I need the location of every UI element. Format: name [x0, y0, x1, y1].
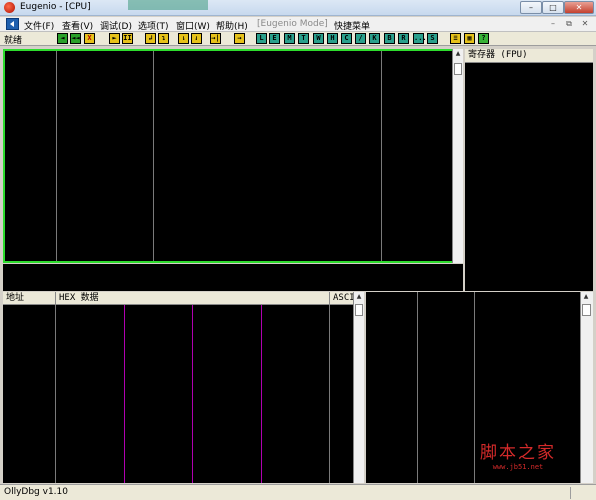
- execute-till-return-button[interactable]: →|: [210, 33, 221, 44]
- menu-shortcuts[interactable]: 快捷菜单: [334, 19, 370, 32]
- trace-over-button[interactable]: ⇃: [191, 33, 202, 44]
- goto-button[interactable]: →: [234, 33, 245, 44]
- maximize-button[interactable]: □: [542, 1, 564, 14]
- menu-mode: [Eugenio Mode]: [257, 19, 328, 29]
- status-bar: OllyDbg v1.10: [0, 484, 596, 500]
- scroll-up-arrow-icon[interactable]: ▲: [582, 293, 590, 301]
- column-divider: [474, 292, 475, 483]
- run-trace-button[interactable]: ...: [413, 33, 427, 44]
- minimize-button[interactable]: –: [520, 1, 542, 14]
- column-header-ascii[interactable]: ASCI: [330, 292, 355, 305]
- mdi-window-icon[interactable]: [6, 18, 19, 30]
- column-divider[interactable]: [56, 51, 57, 261]
- close-program-button[interactable]: X: [84, 33, 95, 44]
- references-button[interactable]: R: [398, 33, 409, 44]
- registers-pane[interactable]: [465, 49, 593, 291]
- options-button[interactable]: ≡: [450, 33, 461, 44]
- call-stack-button[interactable]: K: [369, 33, 380, 44]
- log-window-button[interactable]: L: [256, 33, 267, 44]
- column-divider[interactable]: [153, 51, 154, 261]
- dump-header: 地址 HEX 数据 ASCI: [3, 292, 355, 305]
- appearance-button[interactable]: ▦: [464, 33, 475, 44]
- menu-file[interactable]: 文件(F): [24, 19, 54, 32]
- column-header-address[interactable]: 地址: [3, 292, 56, 305]
- help-button[interactable]: ?: [478, 33, 489, 44]
- scroll-up-arrow-icon[interactable]: ▲: [355, 293, 363, 301]
- scroll-thumb[interactable]: [582, 304, 591, 316]
- mdi-close-button[interactable]: ✕: [578, 19, 592, 30]
- window-title: Eugenio - [CPU]: [20, 2, 91, 12]
- disassembly-pane[interactable]: [3, 49, 463, 263]
- memory-map-button[interactable]: M: [284, 33, 295, 44]
- mdi-minimize-button[interactable]: –: [546, 19, 560, 30]
- disassembly-scrollbar[interactable]: ▲: [452, 49, 463, 263]
- column-divider: [329, 305, 330, 483]
- title-bar: Eugenio - [CPU] – □ ✕: [0, 0, 596, 16]
- menu-window[interactable]: 窗口(W): [176, 19, 210, 32]
- status-separator: [570, 487, 571, 499]
- column-header-hex[interactable]: HEX 数据: [56, 292, 330, 305]
- patches-button[interactable]: /: [355, 33, 366, 44]
- scroll-thumb[interactable]: [454, 63, 462, 75]
- column-divider: [55, 305, 56, 483]
- menu-bar: 文件(F) 查看(V) 调试(D) 选项(T) 窗口(W) 帮助(H) [Eug…: [0, 17, 596, 32]
- hex-group-divider: [124, 305, 125, 483]
- threads-button[interactable]: T: [298, 33, 309, 44]
- open-button[interactable]: ◄: [57, 33, 68, 44]
- dump-pane[interactable]: [3, 292, 353, 483]
- restart-button[interactable]: ◄◄: [70, 33, 81, 44]
- step-over-button[interactable]: ↴: [158, 33, 169, 44]
- hex-group-divider: [192, 305, 193, 483]
- scroll-thumb[interactable]: [355, 304, 363, 316]
- menu-view[interactable]: 查看(V): [62, 19, 93, 32]
- hex-group-divider: [261, 305, 262, 483]
- info-pane[interactable]: [3, 264, 463, 291]
- status-text: OllyDbg v1.10: [4, 487, 68, 497]
- column-divider: [417, 292, 418, 483]
- menu-options[interactable]: 选项(T): [138, 19, 169, 32]
- dump-scrollbar[interactable]: ▲: [353, 292, 364, 483]
- source-button[interactable]: S: [427, 33, 438, 44]
- status-label: 就绪: [4, 36, 23, 46]
- pause-button[interactable]: II: [122, 33, 133, 44]
- executables-button[interactable]: E: [269, 33, 280, 44]
- menu-help[interactable]: 帮助(H): [216, 19, 248, 32]
- stack-scrollbar[interactable]: ▲: [580, 292, 593, 483]
- watermark: 脚本之家 www.jb51.net: [480, 438, 556, 471]
- scroll-up-arrow-icon[interactable]: ▲: [454, 50, 462, 58]
- step-into-button[interactable]: ↲: [145, 33, 156, 44]
- breakpoints-button[interactable]: B: [384, 33, 395, 44]
- column-divider[interactable]: [381, 51, 382, 261]
- title-decoration: [128, 0, 208, 10]
- watermark-url: www.jb51.net: [492, 463, 544, 471]
- menu-debug[interactable]: 调试(D): [100, 19, 132, 32]
- run-button[interactable]: ►: [109, 33, 120, 44]
- mdi-restore-button[interactable]: ⧉: [562, 19, 576, 30]
- windows-button[interactable]: W: [313, 33, 324, 44]
- registers-header[interactable]: 寄存器 (FPU): [465, 49, 593, 63]
- cpu-button[interactable]: C: [341, 33, 352, 44]
- watermark-text: 脚本之家: [480, 443, 556, 463]
- handles-button[interactable]: H: [327, 33, 338, 44]
- close-button[interactable]: ✕: [564, 1, 594, 14]
- toolbar: 就绪 ◄ ◄◄ X ► II ↲ ↴ ⇂ ⇃ →| → L E M T W H …: [0, 32, 596, 46]
- trace-into-button[interactable]: ⇂: [178, 33, 189, 44]
- app-icon: [4, 2, 15, 13]
